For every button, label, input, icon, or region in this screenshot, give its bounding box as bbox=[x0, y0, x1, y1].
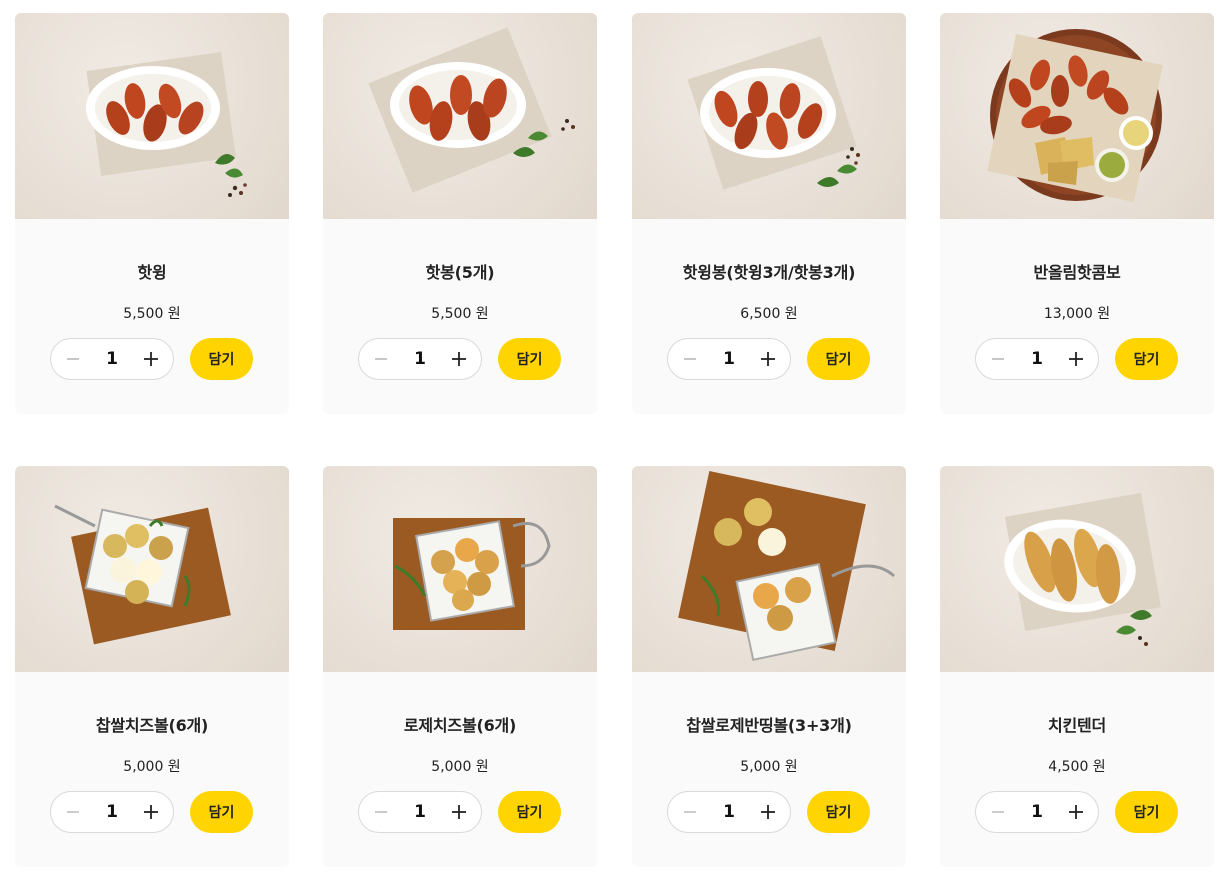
product-name: 핫윙봉(핫윙3개/핫봉3개) bbox=[682, 263, 856, 282]
product-name: 찹쌀치즈볼(6개) bbox=[95, 716, 209, 735]
decrease-quantity-button[interactable] bbox=[978, 792, 1018, 832]
product-price: 6,500 원 bbox=[740, 306, 798, 322]
decrease-quantity-button[interactable] bbox=[361, 792, 401, 832]
quantity-value: 1 bbox=[414, 802, 426, 822]
increase-quantity-button[interactable] bbox=[748, 339, 788, 379]
product-name: 핫윙 bbox=[137, 263, 167, 282]
product-card: 로제치즈볼(6개) 5,000 원 1 담기 bbox=[323, 466, 597, 867]
plus-icon bbox=[144, 352, 158, 366]
product-name: 반올림핫콤보 bbox=[1033, 263, 1121, 282]
product-card: 찹쌀치즈볼(6개) 5,000 원 1 담기 bbox=[15, 466, 289, 867]
add-to-cart-button[interactable]: 담기 bbox=[807, 338, 870, 380]
product-card: 치킨텐더 4,500 원 1 담기 bbox=[940, 466, 1214, 867]
product-grid: 핫윙 5,500 원 1 담기 핫봉(5개) 5,500 원 1 담기 핫윙봉(… bbox=[0, 0, 1224, 872]
minus-icon bbox=[67, 358, 79, 360]
quantity-stepper: 1 bbox=[975, 338, 1099, 380]
increase-quantity-button[interactable] bbox=[131, 792, 171, 832]
minus-icon bbox=[67, 811, 79, 813]
add-to-cart-button[interactable]: 담기 bbox=[1115, 338, 1178, 380]
quantity-stepper: 1 bbox=[50, 791, 174, 833]
product-name: 로제치즈볼(6개) bbox=[403, 716, 517, 735]
product-name: 찹쌀로제반띵볼(3+3개) bbox=[686, 716, 852, 735]
product-price: 5,000 원 bbox=[431, 759, 489, 775]
increase-quantity-button[interactable] bbox=[1056, 339, 1096, 379]
quantity-stepper: 1 bbox=[358, 791, 482, 833]
minus-icon bbox=[684, 811, 696, 813]
product-name: 치킨텐더 bbox=[1047, 716, 1107, 735]
product-name: 핫봉(5개) bbox=[425, 263, 495, 282]
decrease-quantity-button[interactable] bbox=[670, 339, 710, 379]
increase-quantity-button[interactable] bbox=[439, 339, 479, 379]
decrease-quantity-button[interactable] bbox=[361, 339, 401, 379]
product-card: 핫봉(5개) 5,500 원 1 담기 bbox=[323, 13, 597, 414]
quantity-stepper: 1 bbox=[667, 338, 791, 380]
product-image-hot-combo[interactable] bbox=[940, 13, 1214, 219]
quantity-value: 1 bbox=[723, 802, 735, 822]
quantity-value: 1 bbox=[106, 349, 118, 369]
product-card: 핫윙 5,500 원 1 담기 bbox=[15, 13, 289, 414]
product-card: 반올림핫콤보 13,000 원 1 담기 bbox=[940, 13, 1214, 414]
plus-icon bbox=[452, 352, 466, 366]
add-to-cart-button[interactable]: 담기 bbox=[190, 338, 253, 380]
plus-icon bbox=[1069, 352, 1083, 366]
product-card: 핫윙봉(핫윙3개/핫봉3개) 6,500 원 1 담기 bbox=[632, 13, 906, 414]
product-image-hot-wings-drumsticks[interactable] bbox=[632, 13, 906, 219]
decrease-quantity-button[interactable] bbox=[53, 339, 93, 379]
quantity-value: 1 bbox=[1031, 349, 1043, 369]
product-image-chicken-tenders[interactable] bbox=[940, 466, 1214, 672]
minus-icon bbox=[375, 358, 387, 360]
decrease-quantity-button[interactable] bbox=[670, 792, 710, 832]
add-to-cart-button[interactable]: 담기 bbox=[498, 791, 561, 833]
decrease-quantity-button[interactable] bbox=[978, 339, 1018, 379]
product-price: 5,000 원 bbox=[740, 759, 798, 775]
product-image-hot-drumsticks[interactable] bbox=[323, 13, 597, 219]
product-image-hot-wings[interactable] bbox=[15, 13, 289, 219]
add-to-cart-button[interactable]: 담기 bbox=[1115, 791, 1178, 833]
product-image-half-half-balls[interactable] bbox=[632, 466, 906, 672]
plus-icon bbox=[144, 805, 158, 819]
increase-quantity-button[interactable] bbox=[131, 339, 171, 379]
product-price: 5,000 원 bbox=[123, 759, 181, 775]
add-to-cart-button[interactable]: 담기 bbox=[190, 791, 253, 833]
product-price: 4,500 원 bbox=[1048, 759, 1106, 775]
increase-quantity-button[interactable] bbox=[439, 792, 479, 832]
minus-icon bbox=[992, 358, 1004, 360]
add-to-cart-button[interactable]: 담기 bbox=[498, 338, 561, 380]
quantity-value: 1 bbox=[414, 349, 426, 369]
product-price: 5,500 원 bbox=[431, 306, 489, 322]
quantity-value: 1 bbox=[106, 802, 118, 822]
increase-quantity-button[interactable] bbox=[748, 792, 788, 832]
plus-icon bbox=[452, 805, 466, 819]
minus-icon bbox=[992, 811, 1004, 813]
product-card: 찹쌀로제반띵볼(3+3개) 5,000 원 1 담기 bbox=[632, 466, 906, 867]
quantity-value: 1 bbox=[723, 349, 735, 369]
minus-icon bbox=[684, 358, 696, 360]
quantity-stepper: 1 bbox=[975, 791, 1099, 833]
product-image-cheese-balls[interactable] bbox=[15, 466, 289, 672]
add-to-cart-button[interactable]: 담기 bbox=[807, 791, 870, 833]
increase-quantity-button[interactable] bbox=[1056, 792, 1096, 832]
plus-icon bbox=[761, 352, 775, 366]
product-image-rose-cheese-balls[interactable] bbox=[323, 466, 597, 672]
quantity-value: 1 bbox=[1031, 802, 1043, 822]
plus-icon bbox=[1069, 805, 1083, 819]
plus-icon bbox=[761, 805, 775, 819]
quantity-stepper: 1 bbox=[358, 338, 482, 380]
minus-icon bbox=[375, 811, 387, 813]
product-price: 13,000 원 bbox=[1043, 306, 1111, 322]
quantity-stepper: 1 bbox=[667, 791, 791, 833]
quantity-stepper: 1 bbox=[50, 338, 174, 380]
product-price: 5,500 원 bbox=[123, 306, 181, 322]
decrease-quantity-button[interactable] bbox=[53, 792, 93, 832]
